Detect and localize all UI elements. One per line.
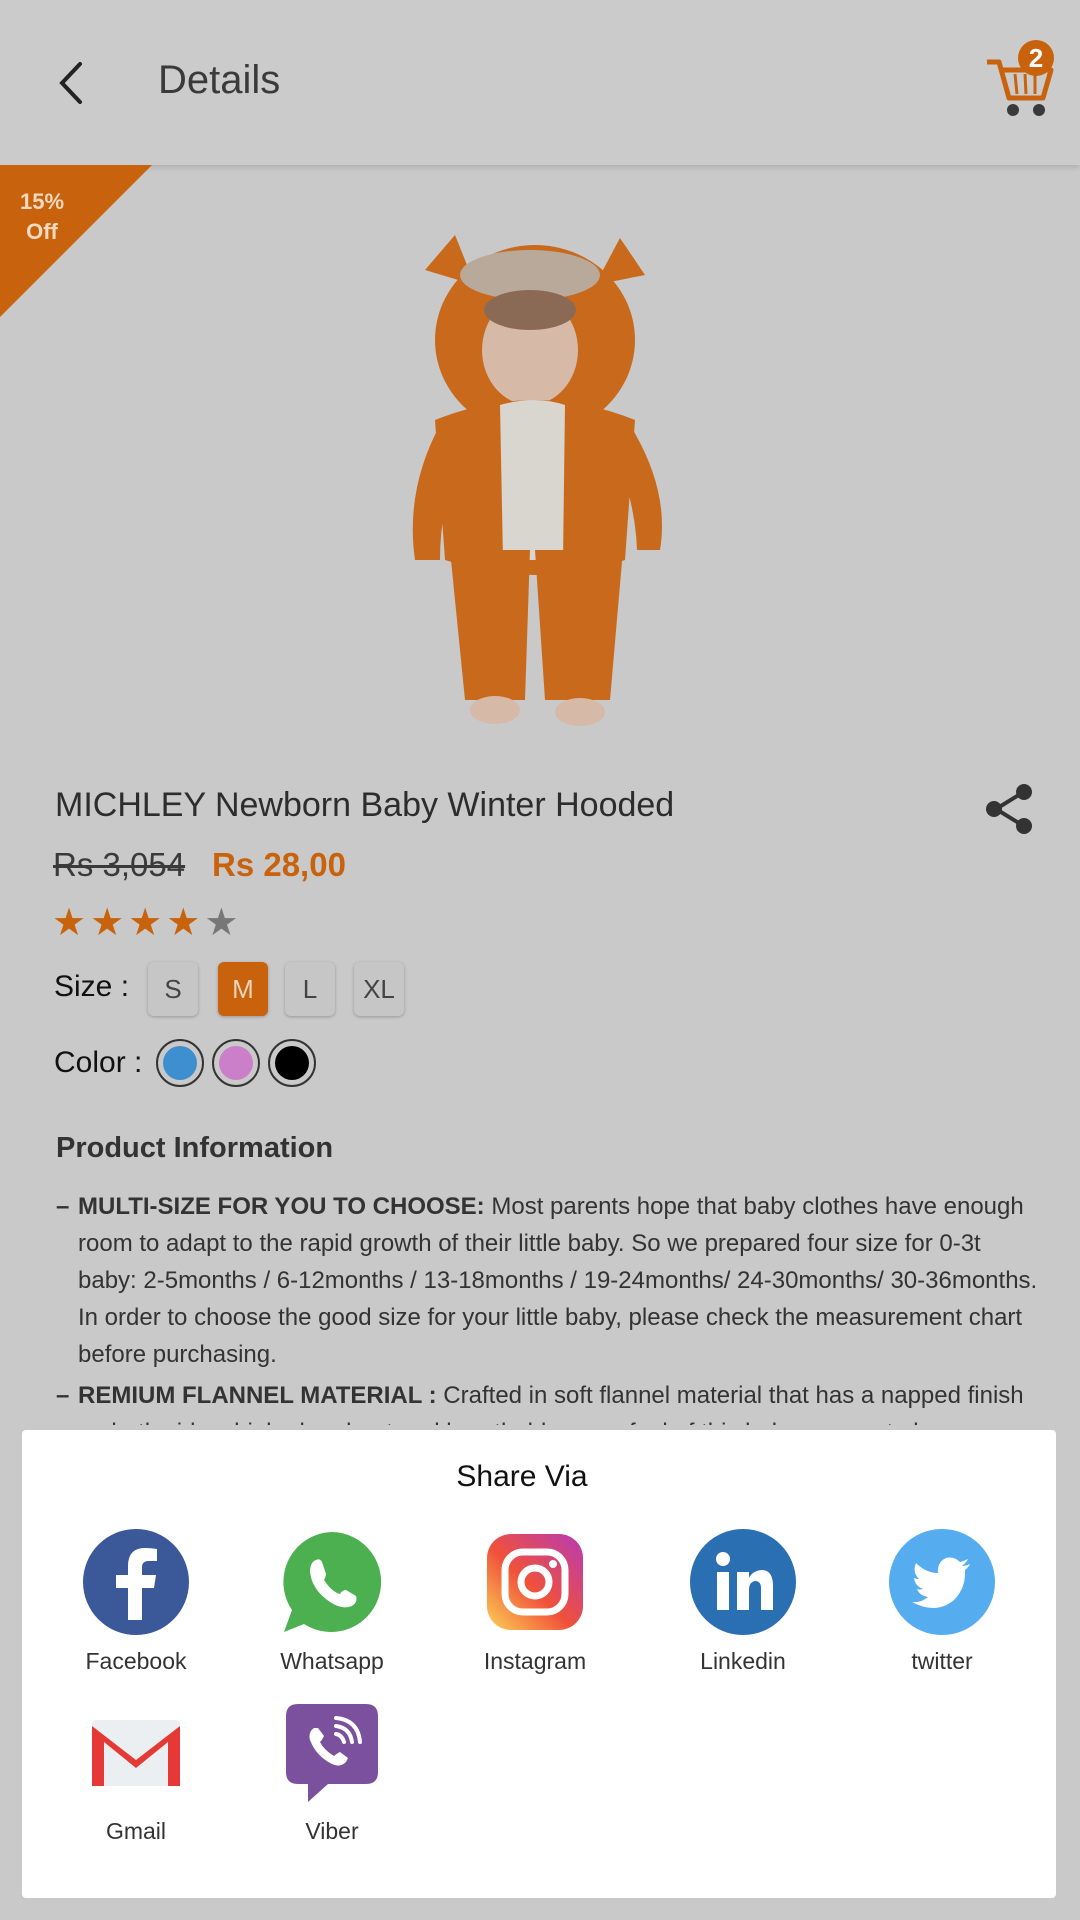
size-option-xl[interactable]: XL bbox=[354, 962, 404, 1016]
star-icon: ★ bbox=[52, 902, 87, 944]
share-viber[interactable]: Viber bbox=[247, 1698, 417, 1845]
discount-label: 15% Off bbox=[19, 189, 65, 244]
viber-icon bbox=[286, 1704, 378, 1802]
share-gmail[interactable]: Gmail bbox=[51, 1698, 221, 1845]
star-icon: ★ bbox=[128, 902, 163, 944]
star-icon: ★ bbox=[166, 902, 201, 944]
share-instagram[interactable]: Instagram bbox=[450, 1528, 620, 1675]
product-name: MICHLEY Newborn Baby Winter Hooded bbox=[55, 786, 675, 824]
gmail-icon bbox=[92, 1720, 180, 1786]
color-swatch-pink[interactable] bbox=[212, 1039, 260, 1087]
size-option-l[interactable]: L bbox=[285, 962, 335, 1016]
color-swatch-black[interactable] bbox=[268, 1039, 316, 1087]
color-label: Color : bbox=[54, 1046, 143, 1079]
product-image[interactable] bbox=[395, 230, 685, 750]
share-icon[interactable] bbox=[984, 782, 1034, 836]
share-sheet: Share Via Facebook Whatsapp Instagram Li… bbox=[22, 1430, 1056, 1898]
info-bullet: – REMIUM FLANNEL MATERIAL : Crafted in s… bbox=[56, 1382, 1024, 1425]
twitter-icon bbox=[889, 1529, 995, 1635]
page-title: Details bbox=[158, 58, 281, 102]
share-whatsapp[interactable]: Whatsapp bbox=[247, 1528, 417, 1675]
size-option-s[interactable]: S bbox=[148, 962, 198, 1016]
star-icon: ★ bbox=[90, 902, 125, 944]
instagram-icon bbox=[487, 1534, 583, 1630]
discounted-price: Rs 28,00 bbox=[212, 846, 346, 883]
whatsapp-icon bbox=[283, 1532, 382, 1632]
star-icon: ★ bbox=[204, 902, 239, 944]
info-bullet: – MULTI-SIZE FOR YOU TO CHOOSE: Most par… bbox=[56, 1193, 1038, 1368]
share-facebook[interactable]: Facebook bbox=[51, 1528, 221, 1675]
back-arrow-icon[interactable] bbox=[52, 58, 92, 108]
facebook-icon bbox=[83, 1529, 189, 1635]
color-swatch-blue[interactable] bbox=[156, 1039, 204, 1087]
product-info-title: Product Information bbox=[56, 1132, 334, 1164]
size-label: Size : bbox=[54, 970, 130, 1003]
share-sheet-title: Share Via bbox=[456, 1460, 588, 1493]
top-bar: Details 2 bbox=[0, 0, 1080, 165]
share-twitter[interactable]: twitter bbox=[857, 1528, 1027, 1675]
cart-count-badge: 2 bbox=[1018, 40, 1054, 76]
rating-stars: ★ ★ ★ ★ ★ bbox=[52, 904, 238, 942]
linkedin-icon bbox=[690, 1529, 796, 1635]
share-linkedin[interactable]: Linkedin bbox=[658, 1528, 828, 1675]
original-price: Rs 3,054 bbox=[53, 846, 186, 883]
size-option-m[interactable]: M bbox=[218, 962, 268, 1016]
